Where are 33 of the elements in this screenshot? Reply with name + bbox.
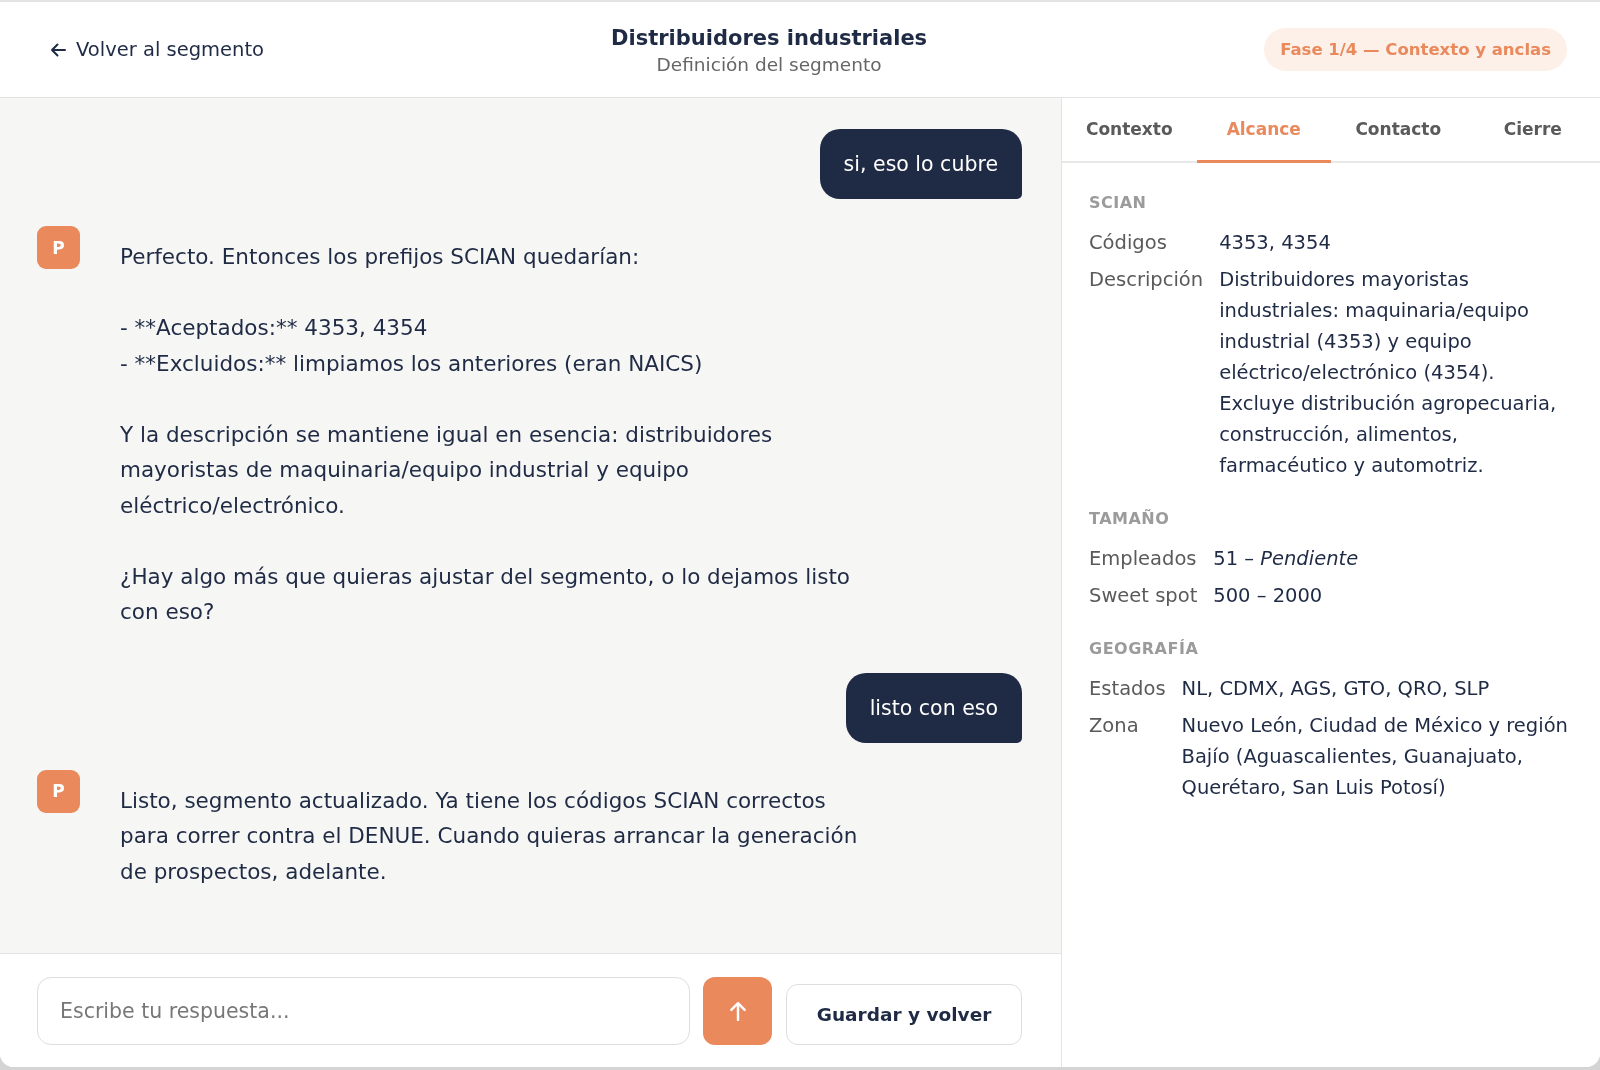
section-heading: GEOGRAFÍA [1089, 638, 1200, 660]
field-value: 500 – 2000 [1213, 583, 1324, 609]
field-value: Nuevo León, Ciudad de México y región Bajío (Aguascalientes, Guanajuato, Querétaro, San Luis Potosí) [1181, 713, 1569, 801]
send-button[interactable] [703, 977, 772, 1045]
assistant-avatar: P [37, 769, 80, 813]
save-button[interactable]: Guardar y volver [786, 984, 1022, 1045]
assistant-message: Listo, segmento actualizado. Ya tiene los códigos SCIAN correctos para correr contra el DENUE. Cuando quieras arrancar la generación de prospectos, adelante. [120, 786, 859, 886]
field-label: Sweet spot [1089, 583, 1198, 609]
field-label: Códigos [1089, 230, 1168, 256]
field-value: Distribuidores mayoristas industriales: maquinaria/equipo industrial (4353) y equipo eléctrico/electrónico (4354). Excluye distribución agropecuaria, construcción, alimentos, farmacéutico y automotriz. [1219, 267, 1558, 479]
assistant-message: Perfecto. Entonces los prefijos SCIAN quedarían: - **Aceptados:** 4353, 4354 - **Excluidos:** limpiamos los anteriores (eran NAICS) Y la descripción se mantiene igual en esencia: distribuidores mayoristas de maquinaria/equipo industrial y equipo eléctrico/electrónico. ¿Hay algo más que quieras ajustar del segmento, o lo dejamos listo con eso? [120, 243, 851, 626]
arrow-left-icon [50, 42, 66, 57]
phase-badge: Fase 1/4 — Contexto y anclas [1264, 28, 1567, 71]
section-heading: SCIAN [1089, 192, 1148, 214]
user-message-bubble: si, eso lo cubre [819, 129, 1022, 199]
page-title: Distribuidores industriales [611, 24, 928, 52]
user-message-bubble: listo con eso [845, 672, 1022, 743]
field-value: 4353, 4354 [1219, 230, 1332, 256]
assistant-avatar: P [37, 226, 80, 269]
tab[interactable]: Contacto [1331, 98, 1466, 163]
field-label: Estados [1089, 676, 1166, 702]
page-subtitle: Definición del segmento [656, 52, 882, 77]
field-value: NL, CDMX, AGS, GTO, QRO, SLP [1181, 676, 1491, 702]
field-label: Descripción [1089, 267, 1204, 293]
section-heading: TAMAÑO [1089, 508, 1171, 530]
tab[interactable]: Cierre [1465, 98, 1600, 163]
field-label: Empleados [1089, 546, 1198, 572]
back-link[interactable]: Volver al segmento [50, 38, 264, 61]
field-label: Zona [1089, 713, 1140, 739]
field-value: 51 – Pendiente [1213, 546, 1360, 572]
tab[interactable]: Contexto [1062, 98, 1197, 163]
arrow-up-icon [728, 1001, 747, 1021]
message-input[interactable]: Escribe tu respuesta... [37, 977, 690, 1045]
